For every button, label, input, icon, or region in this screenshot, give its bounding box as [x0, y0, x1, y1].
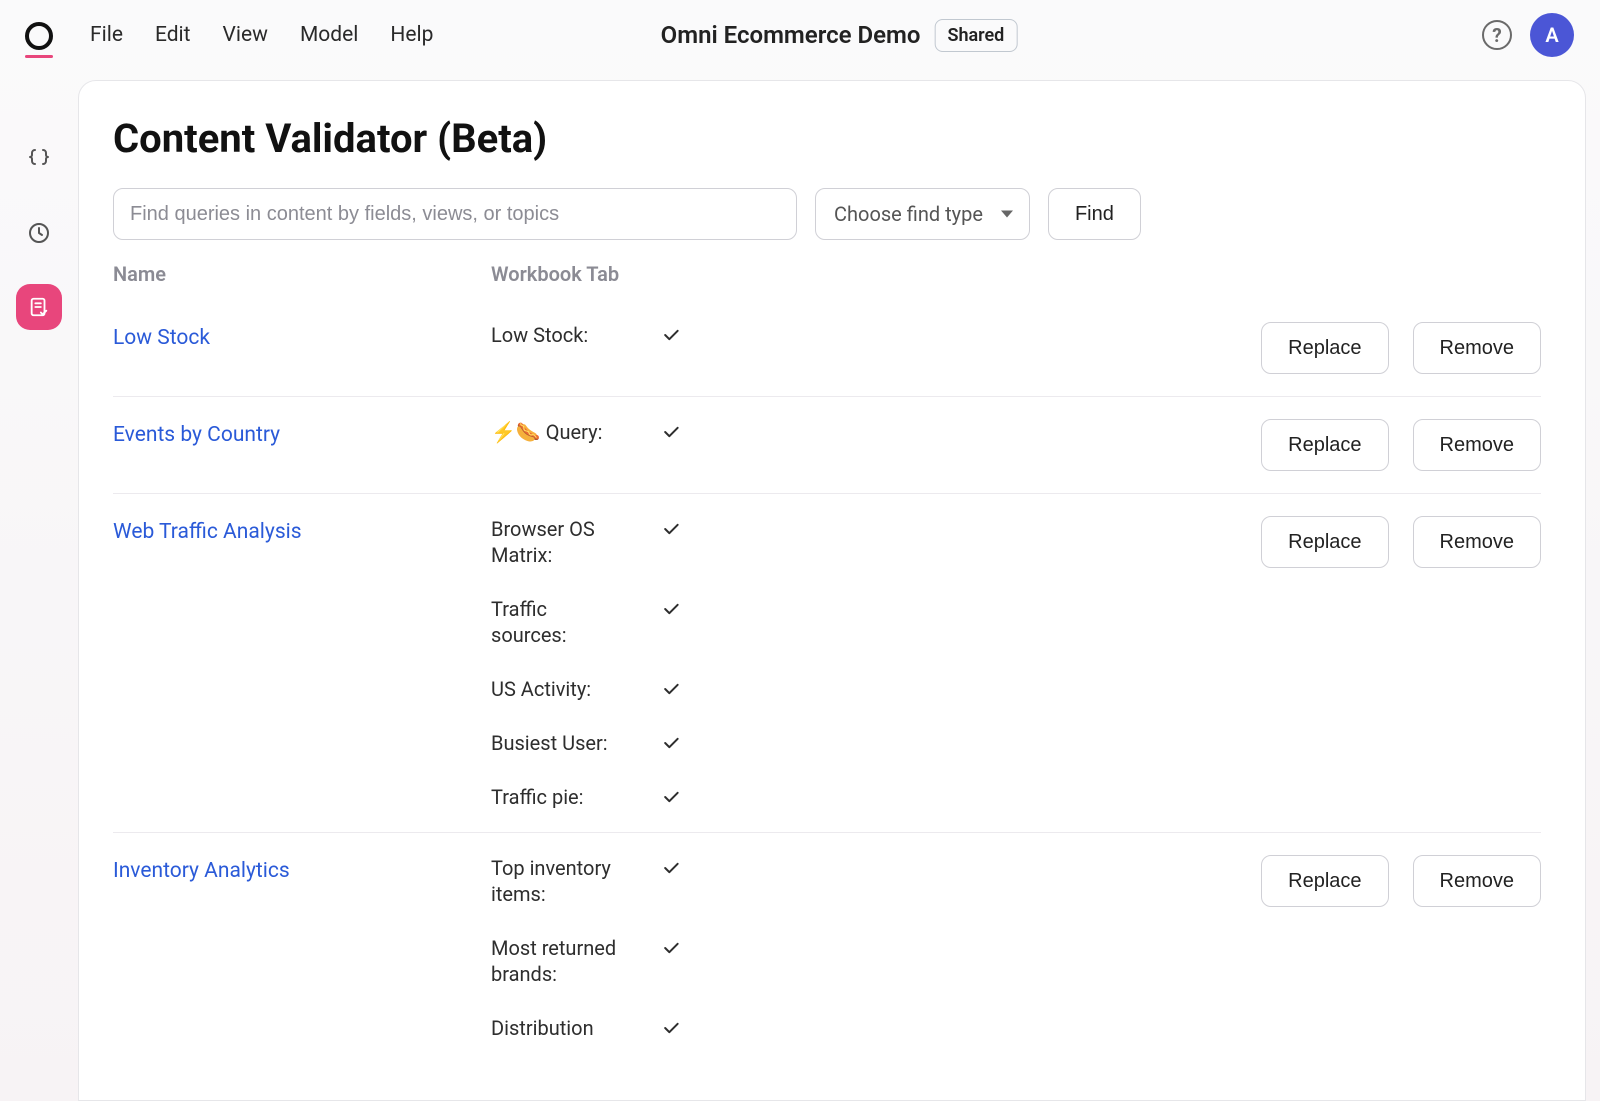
- check-icon: [661, 730, 681, 756]
- row-actions: Replace Remove: [1261, 516, 1541, 810]
- tab-line: US Activity:: [491, 676, 691, 702]
- replace-button[interactable]: Replace: [1261, 516, 1388, 568]
- menu-model[interactable]: Model: [300, 23, 358, 47]
- row-actions: Replace Remove: [1261, 419, 1541, 471]
- main-menu: File Edit View Model Help: [90, 23, 433, 47]
- table-row: Inventory AnalyticsTop inventory items: M…: [113, 832, 1541, 1063]
- row-name-link[interactable]: Inventory Analytics: [113, 855, 491, 1041]
- table-row: Low StockLow Stock: Replace Remove: [113, 300, 1541, 396]
- row-tabs: ⚡🌭 Query:: [491, 419, 691, 471]
- col-header-name: Name: [113, 262, 491, 286]
- col-header-tab: Workbook Tab: [491, 262, 661, 286]
- row-name-link[interactable]: Low Stock: [113, 322, 491, 374]
- row-tabs: Low Stock:: [491, 322, 691, 374]
- tab-label: Busiest User:: [491, 730, 621, 756]
- replace-button[interactable]: Replace: [1261, 419, 1388, 471]
- tab-label: Distribution: [491, 1015, 621, 1041]
- replace-button[interactable]: Replace: [1261, 855, 1388, 907]
- row-tabs: Top inventory items: Most returned brands…: [491, 855, 691, 1041]
- menu-help[interactable]: Help: [390, 23, 433, 47]
- menu-edit[interactable]: Edit: [155, 23, 191, 47]
- check-icon: [661, 419, 681, 445]
- check-icon: [661, 516, 681, 542]
- check-icon: [661, 855, 681, 881]
- find-type-select[interactable]: Choose find type: [815, 188, 1030, 240]
- check-icon: [661, 935, 681, 961]
- top-bar: File Edit View Model Help Omni Ecommerce…: [78, 0, 1600, 70]
- row-actions: Replace Remove: [1261, 322, 1541, 374]
- check-icon: [661, 784, 681, 810]
- row-name-link[interactable]: Events by Country: [113, 419, 491, 471]
- content-validator-icon[interactable]: [16, 284, 62, 330]
- tab-line: Top inventory items:: [491, 855, 691, 907]
- table-header: Name Workbook Tab: [113, 262, 1541, 300]
- replace-button[interactable]: Replace: [1261, 322, 1388, 374]
- row-tabs: Browser OS Matrix: Traffic sources: US Act…: [491, 516, 691, 810]
- tab-label: ⚡🌭 Query:: [491, 419, 621, 445]
- search-input[interactable]: [113, 188, 797, 240]
- tab-label: Traffic sources:: [491, 596, 621, 648]
- check-icon: [661, 676, 681, 702]
- rows-container: Low StockLow Stock:ReplaceRemoveEvents b…: [113, 300, 1541, 1063]
- project-title: Omni Ecommerce Demo: [661, 21, 921, 49]
- tab-line: Distribution: [491, 1015, 691, 1041]
- check-icon: [661, 322, 681, 348]
- remove-button[interactable]: Remove: [1413, 855, 1541, 907]
- tab-label: Most returned brands:: [491, 935, 621, 987]
- table-row: Events by Country⚡🌭 Query: Replace Remove: [113, 396, 1541, 493]
- tab-label: US Activity:: [491, 676, 621, 702]
- check-icon: [661, 1015, 681, 1041]
- row-name-link[interactable]: Web Traffic Analysis: [113, 516, 491, 810]
- find-button[interactable]: Find: [1048, 188, 1141, 240]
- tab-label: Top inventory items:: [491, 855, 621, 907]
- app-logo[interactable]: [25, 22, 53, 50]
- find-type-label: Choose find type: [834, 202, 983, 226]
- tab-line: Browser OS Matrix:: [491, 516, 691, 568]
- top-right: ? A: [1482, 13, 1574, 57]
- controls-row: Choose find type Find: [113, 188, 1541, 240]
- tab-line: Most returned brands:: [491, 935, 691, 987]
- page-title: Content Validator (Beta): [113, 115, 1541, 162]
- tab-line: ⚡🌭 Query:: [491, 419, 691, 445]
- help-icon[interactable]: ?: [1482, 20, 1512, 50]
- avatar[interactable]: A: [1530, 13, 1574, 57]
- main-panel: Content Validator (Beta) Choose find typ…: [78, 80, 1586, 1101]
- code-braces-icon[interactable]: [16, 136, 62, 182]
- tab-line: Low Stock:: [491, 322, 691, 348]
- tab-label: Traffic pie:: [491, 784, 621, 810]
- row-actions: Replace Remove: [1261, 855, 1541, 1041]
- tab-line: Traffic pie:: [491, 784, 691, 810]
- remove-button[interactable]: Remove: [1413, 419, 1541, 471]
- check-icon: [661, 596, 681, 622]
- remove-button[interactable]: Remove: [1413, 516, 1541, 568]
- panel-scroll[interactable]: Content Validator (Beta) Choose find typ…: [113, 115, 1551, 1100]
- table-row: Web Traffic AnalysisBrowser OS Matrix: Tr…: [113, 493, 1541, 832]
- menu-file[interactable]: File: [90, 23, 123, 47]
- remove-button[interactable]: Remove: [1413, 322, 1541, 374]
- left-rail: [0, 0, 78, 1101]
- menu-view[interactable]: View: [223, 23, 268, 47]
- top-center: Omni Ecommerce Demo Shared: [661, 19, 1018, 52]
- tab-label: Low Stock:: [491, 322, 621, 348]
- shared-badge[interactable]: Shared: [934, 19, 1017, 52]
- tab-label: Browser OS Matrix:: [491, 516, 621, 568]
- tab-line: Traffic sources:: [491, 596, 691, 648]
- tab-line: Busiest User:: [491, 730, 691, 756]
- history-icon[interactable]: [16, 210, 62, 256]
